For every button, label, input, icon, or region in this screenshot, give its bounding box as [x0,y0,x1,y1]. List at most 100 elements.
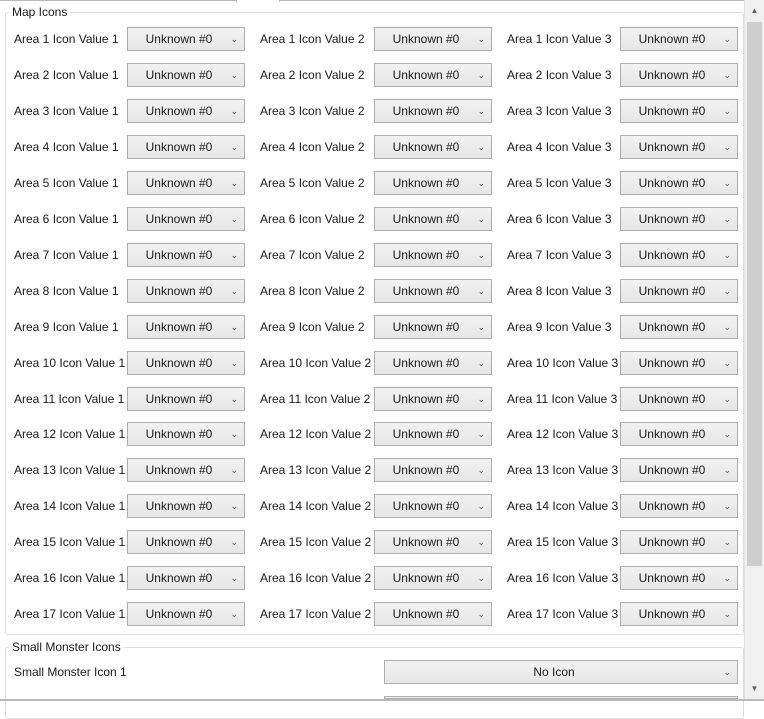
area-icon-dropdown[interactable]: Unknown #0 ⌄ [620,566,738,591]
area-icon-dropdown[interactable]: Unknown #0 ⌄ [374,386,492,411]
area-icon-dropdown[interactable]: Unknown #0 ⌄ [127,62,245,87]
area-icon-label: Area 15 Icon Value 1 [14,535,126,550]
dropdown-value: Unknown #0 [392,103,460,118]
area-icon-label: Area 4 Icon Value 1 [14,139,119,154]
area-icon-dropdown[interactable]: Unknown #0 ⌄ [127,314,245,339]
area-icon-dropdown[interactable]: Unknown #0 ⌄ [127,242,245,267]
dropdown-value: Unknown #0 [392,211,460,226]
dropdown-value: Unknown #0 [392,175,460,190]
area-icon-dropdown[interactable]: Unknown #0 ⌄ [127,98,245,123]
area-icon-dropdown[interactable]: Unknown #0 ⌄ [374,458,492,483]
tab-edge [236,0,280,2]
area-icon-dropdown[interactable]: Unknown #0 ⌄ [374,206,492,231]
area-icon-dropdown[interactable]: Unknown #0 ⌄ [127,278,245,303]
dropdown-value: Unknown #0 [392,32,460,46]
area-icon-label: Area 8 Icon Value 1 [14,283,119,298]
area-icon-dropdown[interactable]: Unknown #0 ⌄ [620,350,738,375]
area-icon-dropdown[interactable]: Unknown #0 ⌄ [127,422,245,447]
area-icon-dropdown[interactable]: Unknown #0 ⌄ [620,314,738,339]
dropdown-value: Unknown #0 [638,499,706,514]
area-icon-dropdown[interactable]: Unknown #0 ⌄ [620,530,738,555]
area-icon-label: Area 9 Icon Value 3 [507,319,612,334]
area-icon-dropdown[interactable]: Unknown #0 ⌄ [127,170,245,195]
area-icon-dropdown[interactable]: Unknown #0 ⌄ [374,350,492,375]
dropdown-value: Unknown #0 [392,391,460,406]
area-icon-label: Area 13 Icon Value 1 [14,463,126,478]
area-icon-dropdown[interactable]: Unknown #0 ⌄ [127,458,245,483]
dropdown-value: Unknown #0 [638,175,706,190]
area-icon-dropdown[interactable]: Unknown #0 ⌄ [374,98,492,123]
dropdown-value: Unknown #0 [145,355,213,370]
chevron-down-icon: ⌄ [477,34,485,44]
chevron-down-icon: ⌄ [230,573,238,584]
chevron-down-icon: ⌄ [230,141,238,152]
dropdown-value: Unknown #0 [145,67,213,82]
area-icon-dropdown[interactable]: Unknown #0 ⌄ [620,27,738,51]
dropdown-value: Unknown #0 [638,67,706,82]
area-icon-dropdown[interactable]: Unknown #0 ⌄ [620,134,738,159]
area-icon-dropdown[interactable]: Unknown #0 ⌄ [374,170,492,195]
dropdown-value: Unknown #0 [638,463,706,478]
area-icon-label: Area 4 Icon Value 2 [260,139,365,154]
area-icon-dropdown[interactable]: Unknown #0 ⌄ [127,350,245,375]
dropdown-value: Unknown #0 [145,32,213,46]
area-icon-dropdown[interactable]: Unknown #0 ⌄ [127,386,245,411]
area-icon-dropdown[interactable]: Unknown #0 ⌄ [374,422,492,447]
scrollbar-thumb[interactable] [747,22,762,566]
area-icon-dropdown[interactable]: Unknown #0 ⌄ [374,602,492,627]
chevron-down-icon: ⌄ [477,537,485,548]
area-icon-dropdown[interactable]: Unknown #0 ⌄ [374,134,492,159]
area-icon-dropdown[interactable]: Unknown #0 ⌄ [374,566,492,591]
area-icon-label: Area 4 Icon Value 3 [507,139,612,154]
small-monster-icon-dropdown[interactable]: No Icon ⌄ [384,660,738,684]
scroll-down-arrow-icon[interactable]: ▼ [745,680,764,697]
area-icon-dropdown[interactable]: Unknown #0 ⌄ [127,206,245,231]
chevron-down-icon: ⌄ [477,321,485,332]
area-icon-dropdown[interactable]: Unknown #0 ⌄ [374,314,492,339]
area-icon-dropdown[interactable]: Unknown #0 ⌄ [127,530,245,555]
area-icon-dropdown[interactable]: Unknown #0 ⌄ [620,494,738,519]
area-icon-label: Area 5 Icon Value 1 [14,175,119,190]
area-icon-dropdown[interactable]: Unknown #0 ⌄ [374,530,492,555]
area-icon-label: Area 8 Icon Value 2 [260,283,365,298]
area-icon-dropdown[interactable]: Unknown #0 ⌄ [620,62,738,87]
area-icon-dropdown[interactable]: Unknown #0 ⌄ [127,566,245,591]
chevron-down-icon: ⌄ [477,465,485,476]
area-icon-dropdown[interactable]: Unknown #0 ⌄ [620,278,738,303]
area-icon-dropdown[interactable]: Unknown #0 ⌄ [620,458,738,483]
dropdown-value: Unknown #0 [145,571,213,586]
area-icon-dropdown[interactable]: Unknown #0 ⌄ [620,602,738,627]
dropdown-value: Unknown #0 [392,355,460,370]
dropdown-value: Unknown #0 [145,283,213,298]
area-icon-dropdown[interactable]: Unknown #0 ⌄ [127,494,245,519]
area-icon-dropdown[interactable]: Unknown #0 ⌄ [620,170,738,195]
chevron-down-icon: ⌄ [230,321,238,332]
dropdown-value: Unknown #0 [638,247,706,262]
area-icon-label: Area 7 Icon Value 3 [507,247,612,262]
chevron-down-icon: ⌄ [723,573,731,584]
area-icon-dropdown[interactable]: Unknown #0 ⌄ [127,134,245,159]
area-icon-label: Area 3 Icon Value 3 [507,103,612,118]
area-icon-dropdown[interactable]: Unknown #0 ⌄ [374,27,492,51]
area-icon-dropdown[interactable]: Unknown #0 ⌄ [620,98,738,123]
vertical-scrollbar[interactable]: ▲ ▼ [744,0,764,699]
scroll-up-arrow-icon[interactable]: ▲ [745,2,764,19]
area-icon-dropdown[interactable]: Unknown #0 ⌄ [620,422,738,447]
area-icon-dropdown[interactable]: Unknown #0 ⌄ [127,602,245,627]
area-icon-label: Area 14 Icon Value 3 [507,499,619,514]
area-icon-dropdown[interactable]: Unknown #0 ⌄ [374,278,492,303]
area-icon-dropdown[interactable]: Unknown #0 ⌄ [127,27,245,51]
area-icon-dropdown[interactable]: Unknown #0 ⌄ [620,242,738,267]
dropdown-value: Unknown #0 [392,535,460,550]
chevron-down-icon: ⌄ [723,393,731,404]
area-icon-dropdown[interactable]: Unknown #0 ⌄ [374,62,492,87]
chevron-down-icon: ⌄ [477,285,485,296]
chevron-down-icon: ⌄ [230,34,238,44]
area-icon-dropdown[interactable]: Unknown #0 ⌄ [374,242,492,267]
chevron-down-icon: ⌄ [723,177,731,188]
chevron-down-icon: ⌄ [723,501,731,512]
area-icon-dropdown[interactable]: Unknown #0 ⌄ [620,386,738,411]
area-icon-dropdown[interactable]: Unknown #0 ⌄ [374,494,492,519]
area-icon-label: Area 12 Icon Value 2 [260,427,372,442]
area-icon-dropdown[interactable]: Unknown #0 ⌄ [620,206,738,231]
